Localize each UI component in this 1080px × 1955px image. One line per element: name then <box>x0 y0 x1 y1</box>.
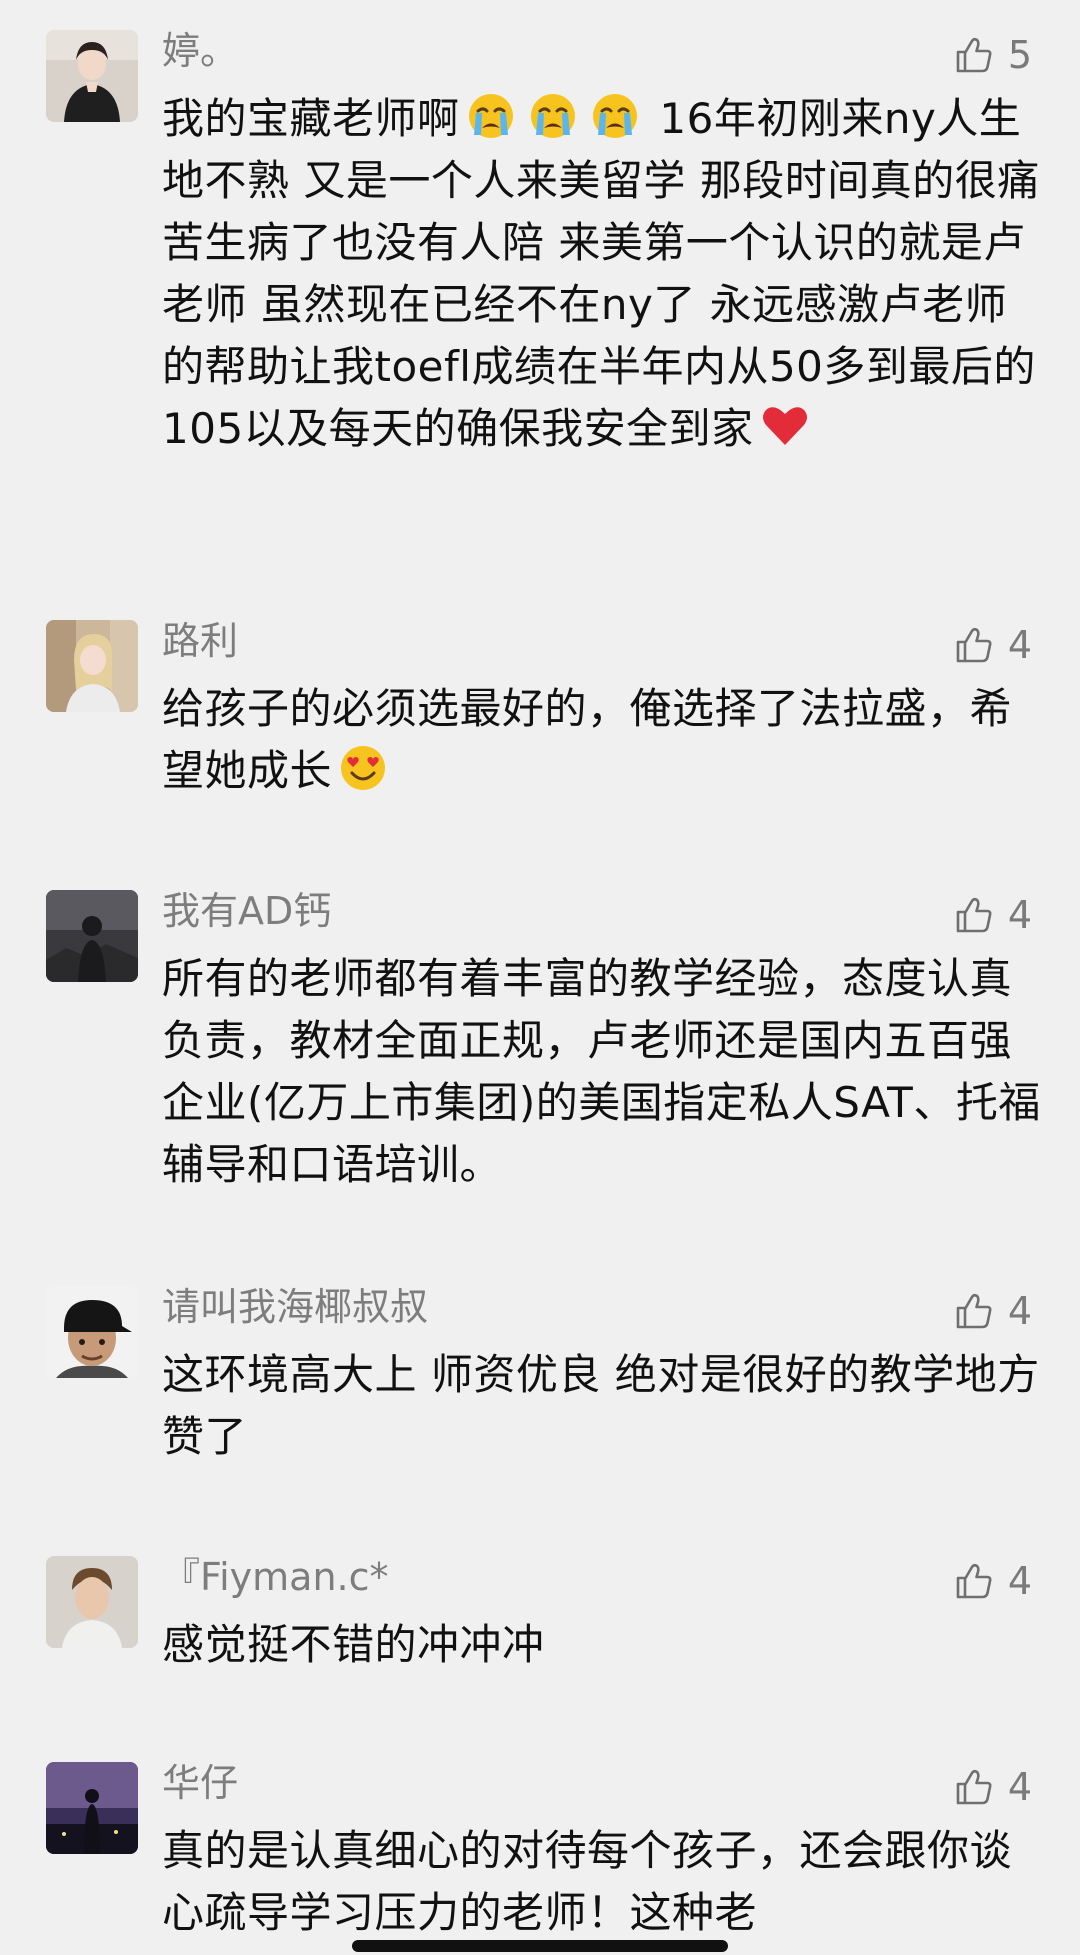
avatar-woman-black-outfit-image <box>46 30 138 122</box>
like-count: 4 <box>1007 1559 1032 1603</box>
avatar-man-portrait-image <box>46 1556 138 1648</box>
thumbs-up-icon <box>956 1293 992 1329</box>
comment-item: 『Fiyman.c* 4 感觉挺不错的冲冲冲 <box>0 1555 1080 1696</box>
comment-text-part: 我的宝藏老师啊 <box>162 94 460 143</box>
comment-author[interactable]: 『Fiyman.c* <box>162 1552 389 1602</box>
comment-text: 所有的老师都有着丰富的教学经验，态度认真负责，教材全面正规，卢老师还是国内五百强… <box>162 954 1041 1189</box>
thumbs-up-icon <box>956 1769 992 1805</box>
like-button[interactable]: 4 <box>952 620 1032 670</box>
like-count: 5 <box>1007 33 1032 77</box>
crying-face-icon <box>466 91 516 141</box>
comment-author[interactable]: 请叫我海椰叔叔 <box>162 1282 428 1332</box>
avatar-girl-night-sky-image <box>46 1762 138 1854</box>
comment-text: 感觉挺不错的冲冲冲 <box>162 1620 545 1669</box>
like-button[interactable]: 4 <box>952 890 1032 940</box>
crying-face-icon <box>590 91 640 141</box>
comment-item: 请叫我海椰叔叔 4 这环境高大上 师资优良 绝对是很好的教学地方 赞了 <box>0 1285 1080 1486</box>
comment-author[interactable]: 华仔 <box>162 1758 238 1808</box>
avatar[interactable] <box>46 1286 138 1378</box>
avatar-woman-blonde-image <box>46 620 138 712</box>
avatar-silhouette-dark-sky-image <box>46 890 138 982</box>
comment-text: 真的是认真细心的对待每个孩子，还会跟你谈心疏导学习压力的老师！这种老 <box>162 1826 1013 1937</box>
thumbs-up-icon <box>956 1563 992 1599</box>
like-button[interactable]: 4 <box>952 1556 1032 1606</box>
avatar[interactable] <box>46 890 138 982</box>
like-button[interactable]: 5 <box>952 30 1032 80</box>
comment-text-part: 给孩子的必须选最好的，俺选择了法拉盛，希望她成长 <box>162 684 1013 795</box>
comment-text: 我的宝藏老师啊 16年初刚来ny人生地不熟 又是一个人来美留学 那段时间真的很痛… <box>162 88 1042 460</box>
thumbs-up-icon <box>956 627 992 663</box>
avatar[interactable] <box>46 30 138 122</box>
comment-item: 我有AD钙 4 所有的老师都有着丰富的教学经验，态度认真负责，教材全面正规，卢老… <box>0 889 1080 1190</box>
comment-author[interactable]: 路利 <box>162 616 238 666</box>
like-count: 4 <box>1007 623 1032 667</box>
comment-item: 婷。 5 我的宝藏老师啊 16年初刚来ny人生地不熟 又是一个人来美留学 那段时… <box>0 29 1080 453</box>
crying-face-icon <box>528 91 578 141</box>
comment-item: 华仔 4 真的是认真细心的对待每个孩子，还会跟你谈心疏导学习压力的老师！这种老 <box>0 1761 1080 1955</box>
like-button[interactable]: 4 <box>952 1762 1032 1812</box>
like-button[interactable]: 4 <box>952 1286 1032 1336</box>
comment-author[interactable]: 婷。 <box>162 26 238 76</box>
thumbs-up-icon <box>956 37 992 73</box>
like-count: 4 <box>1007 1289 1032 1333</box>
like-count: 4 <box>1007 1765 1032 1809</box>
like-count: 4 <box>1007 893 1032 937</box>
comment-text-part: 16年初刚来ny人生地不熟 又是一个人来美留学 那段时间真的很痛苦生病了也没有人… <box>162 94 1040 453</box>
avatar[interactable] <box>46 1556 138 1648</box>
comment-item: 路利 4 给孩子的必须选最好的，俺选择了法拉盛，希望她成长 <box>0 619 1080 820</box>
red-heart-icon <box>760 401 810 451</box>
comment-author[interactable]: 我有AD钙 <box>162 886 331 936</box>
heart-eyes-face-icon <box>338 743 388 793</box>
comment-text: 这环境高大上 师资优良 绝对是很好的教学地方 赞了 <box>162 1350 1040 1461</box>
thumbs-up-icon <box>956 897 992 933</box>
comment-list: 婷。 5 我的宝藏老师啊 16年初刚来ny人生地不熟 又是一个人来美留学 那段时… <box>0 0 1080 1955</box>
avatar[interactable] <box>46 620 138 712</box>
avatar[interactable] <box>46 1762 138 1854</box>
home-indicator[interactable] <box>352 1940 728 1952</box>
avatar-man-black-cap-image <box>46 1286 138 1378</box>
comment-text: 给孩子的必须选最好的，俺选择了法拉盛，希望她成长 <box>162 678 1042 802</box>
